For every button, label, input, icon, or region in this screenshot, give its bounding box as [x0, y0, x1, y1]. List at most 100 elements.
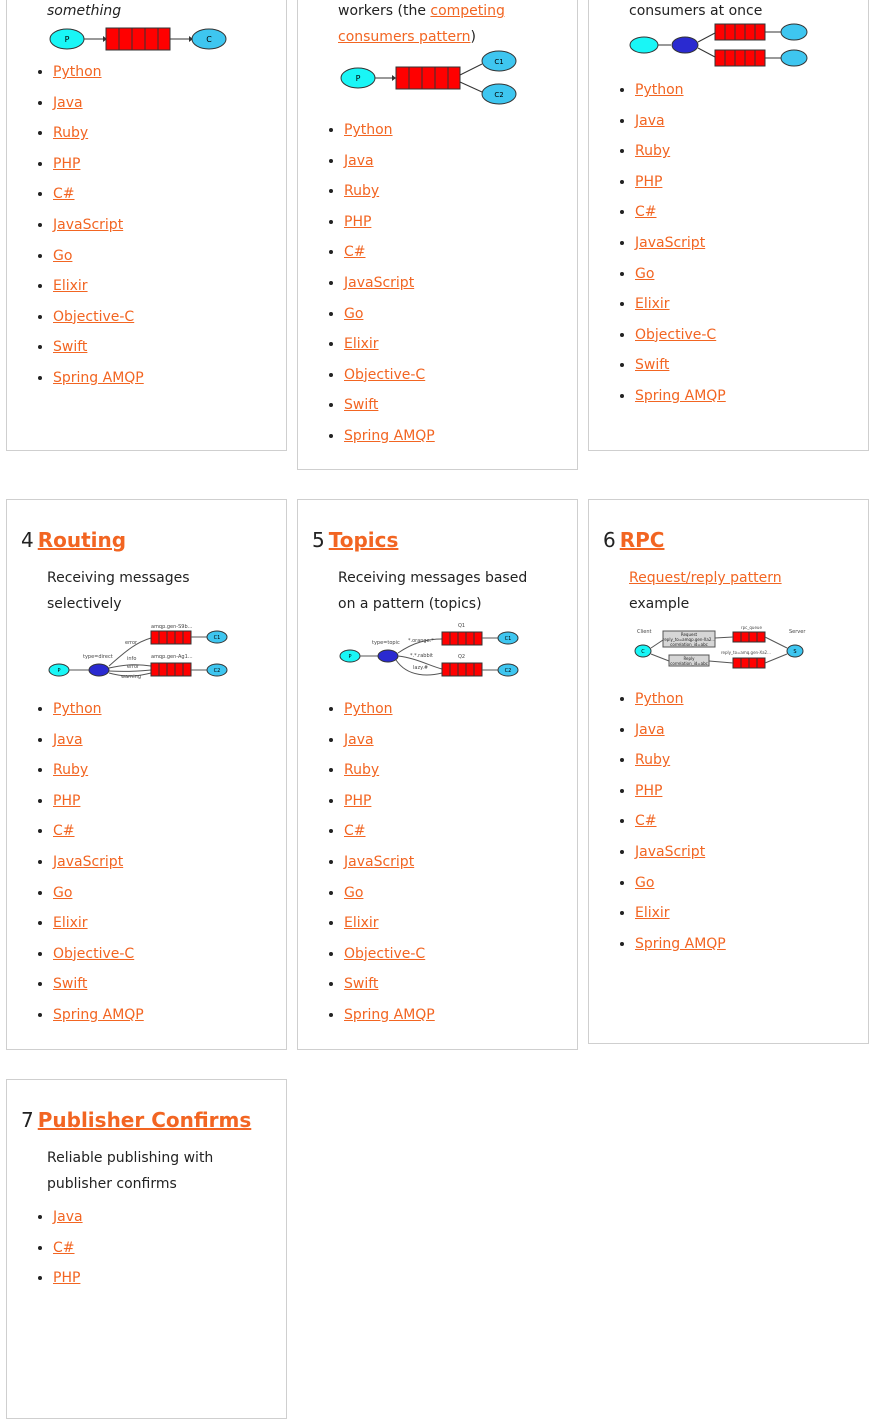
- queue-2-name: amqp.gen-Ag1...: [151, 654, 193, 660]
- client-node: C: [634, 644, 652, 658]
- language-link-java[interactable]: Java: [635, 722, 665, 738]
- tutorial-card-6: 6 RPC Request/reply pattern example Clie…: [588, 499, 869, 1044]
- exchange-node: [671, 36, 699, 54]
- language-link-c[interactable]: C#: [53, 1240, 75, 1256]
- language-link-python[interactable]: Python: [53, 701, 102, 717]
- language-link-javascript[interactable]: JavaScript: [635, 844, 705, 860]
- language-link-objective-c[interactable]: Objective-C: [53, 309, 134, 325]
- tutorial-title-link[interactable]: Routing: [38, 528, 126, 552]
- language-link-swift[interactable]: Swift: [344, 976, 378, 992]
- language-link-python[interactable]: Python: [53, 64, 102, 80]
- language-link-java[interactable]: Java: [635, 113, 665, 129]
- language-list-item: Python: [53, 694, 144, 725]
- tutorial-card-3: consumers at once • Python • Java • Ruby…: [588, 0, 869, 451]
- tutorial-title-link[interactable]: Publisher Confirms: [38, 1108, 252, 1132]
- queue-2-shape: [150, 662, 192, 677]
- language-link-spring-amqp[interactable]: Spring AMQP: [344, 1007, 435, 1023]
- language-link-java[interactable]: Java: [344, 732, 374, 748]
- language-link-elixir[interactable]: Elixir: [53, 278, 88, 294]
- rpc-queue-shape: [732, 631, 766, 643]
- language-link-elixir[interactable]: Elixir: [344, 336, 379, 352]
- language-link-java[interactable]: Java: [53, 1209, 83, 1225]
- card-heading: 6 RPC: [603, 528, 664, 552]
- language-list-item: Objective-C: [344, 939, 435, 970]
- language-link-ruby[interactable]: Ruby: [53, 125, 88, 141]
- language-link-swift[interactable]: Swift: [635, 357, 669, 373]
- binding-3-label: error: [127, 664, 140, 670]
- language-link-go[interactable]: Go: [635, 266, 654, 282]
- language-link-python[interactable]: Python: [344, 122, 393, 138]
- language-link-objective-c[interactable]: Objective-C: [635, 327, 716, 343]
- language-link-spring-amqp[interactable]: Spring AMQP: [53, 370, 144, 386]
- language-link-swift[interactable]: Swift: [53, 976, 87, 992]
- language-link-go[interactable]: Go: [635, 875, 654, 891]
- language-link-php[interactable]: PHP: [344, 214, 371, 230]
- language-link-javascript[interactable]: JavaScript: [635, 235, 705, 251]
- language-link-c[interactable]: C#: [635, 813, 657, 829]
- language-link-spring-amqp[interactable]: Spring AMQP: [635, 388, 726, 404]
- hello-world-diagram: P C: [49, 27, 227, 51]
- language-link-php[interactable]: PHP: [635, 174, 662, 190]
- request-reply-link[interactable]: Request/reply pattern: [629, 570, 782, 586]
- language-link-spring-amqp[interactable]: Spring AMQP: [344, 428, 435, 444]
- producer-label: P: [65, 35, 70, 44]
- language-link-ruby[interactable]: Ruby: [53, 762, 88, 778]
- language-link-javascript[interactable]: JavaScript: [53, 217, 123, 233]
- language-link-c[interactable]: C#: [344, 244, 366, 260]
- language-link-java[interactable]: Java: [53, 95, 83, 111]
- language-link-spring-amqp[interactable]: Spring AMQP: [635, 936, 726, 952]
- language-link-c[interactable]: C#: [53, 823, 75, 839]
- language-link-elixir[interactable]: Elixir: [635, 296, 670, 312]
- tutorial-title-link[interactable]: Topics: [329, 528, 399, 552]
- language-link-objective-c[interactable]: Objective-C: [344, 367, 425, 383]
- reply-queue-shape: [732, 657, 766, 669]
- language-link-spring-amqp[interactable]: Spring AMQP: [53, 1007, 144, 1023]
- language-list-item: Spring AMQP: [344, 1000, 435, 1031]
- language-link-c[interactable]: C#: [53, 186, 75, 202]
- description-text: consumers at once: [629, 3, 763, 19]
- language-list-item: Elixir: [635, 898, 726, 929]
- language-link-elixir[interactable]: Elixir: [53, 915, 88, 931]
- language-link-ruby[interactable]: Ruby: [344, 762, 379, 778]
- language-list-item: C#: [53, 1233, 83, 1264]
- language-link-javascript[interactable]: JavaScript: [344, 275, 414, 291]
- language-link-javascript[interactable]: JavaScript: [344, 854, 414, 870]
- language-link-ruby[interactable]: Ruby: [344, 183, 379, 199]
- language-link-php[interactable]: PHP: [344, 793, 371, 809]
- language-list-item: Ruby: [344, 755, 435, 786]
- request-box: Request reply_to=amqp.gen-Xa2... correla…: [662, 630, 716, 648]
- language-link-objective-c[interactable]: Objective-C: [344, 946, 425, 962]
- language-link-ruby[interactable]: Ruby: [635, 752, 670, 768]
- consumer-1-node: [780, 23, 808, 41]
- language-list: Python Java Ruby PHP C# JavaScript Go Elixir Obj…: [589, 75, 726, 412]
- language-link-php[interactable]: PHP: [53, 1270, 80, 1286]
- language-link-php[interactable]: PHP: [53, 793, 80, 809]
- language-link-elixir[interactable]: Elixir: [635, 905, 670, 921]
- language-link-java[interactable]: Java: [344, 153, 374, 169]
- language-link-python[interactable]: Python: [635, 82, 684, 98]
- language-link-swift[interactable]: Swift: [344, 397, 378, 413]
- language-link-elixir[interactable]: Elixir: [344, 915, 379, 931]
- language-link-c[interactable]: C#: [344, 823, 366, 839]
- rpc-queue-label: rpc_queue: [741, 625, 762, 630]
- language-link-php[interactable]: PHP: [635, 783, 662, 799]
- language-link-javascript[interactable]: JavaScript: [53, 854, 123, 870]
- server-node-label: S: [793, 649, 796, 655]
- producer-label: P: [348, 654, 351, 660]
- language-list-item: Elixir: [635, 289, 726, 320]
- language-link-swift[interactable]: Swift: [53, 339, 87, 355]
- language-link-go[interactable]: Go: [344, 885, 363, 901]
- language-link-go[interactable]: Go: [344, 306, 363, 322]
- language-link-java[interactable]: Java: [53, 732, 83, 748]
- language-link-python[interactable]: Python: [344, 701, 393, 717]
- tutorial-title-link[interactable]: RPC: [620, 528, 665, 552]
- language-list-item: JavaScript: [53, 210, 144, 241]
- language-link-ruby[interactable]: Ruby: [635, 143, 670, 159]
- language-link-c[interactable]: C#: [635, 204, 657, 220]
- language-link-php[interactable]: PHP: [53, 156, 80, 172]
- language-link-go[interactable]: Go: [53, 885, 72, 901]
- language-link-python[interactable]: Python: [635, 691, 684, 707]
- language-link-go[interactable]: Go: [53, 248, 72, 264]
- language-link-objective-c[interactable]: Objective-C: [53, 946, 134, 962]
- language-list-item: Java: [344, 146, 435, 177]
